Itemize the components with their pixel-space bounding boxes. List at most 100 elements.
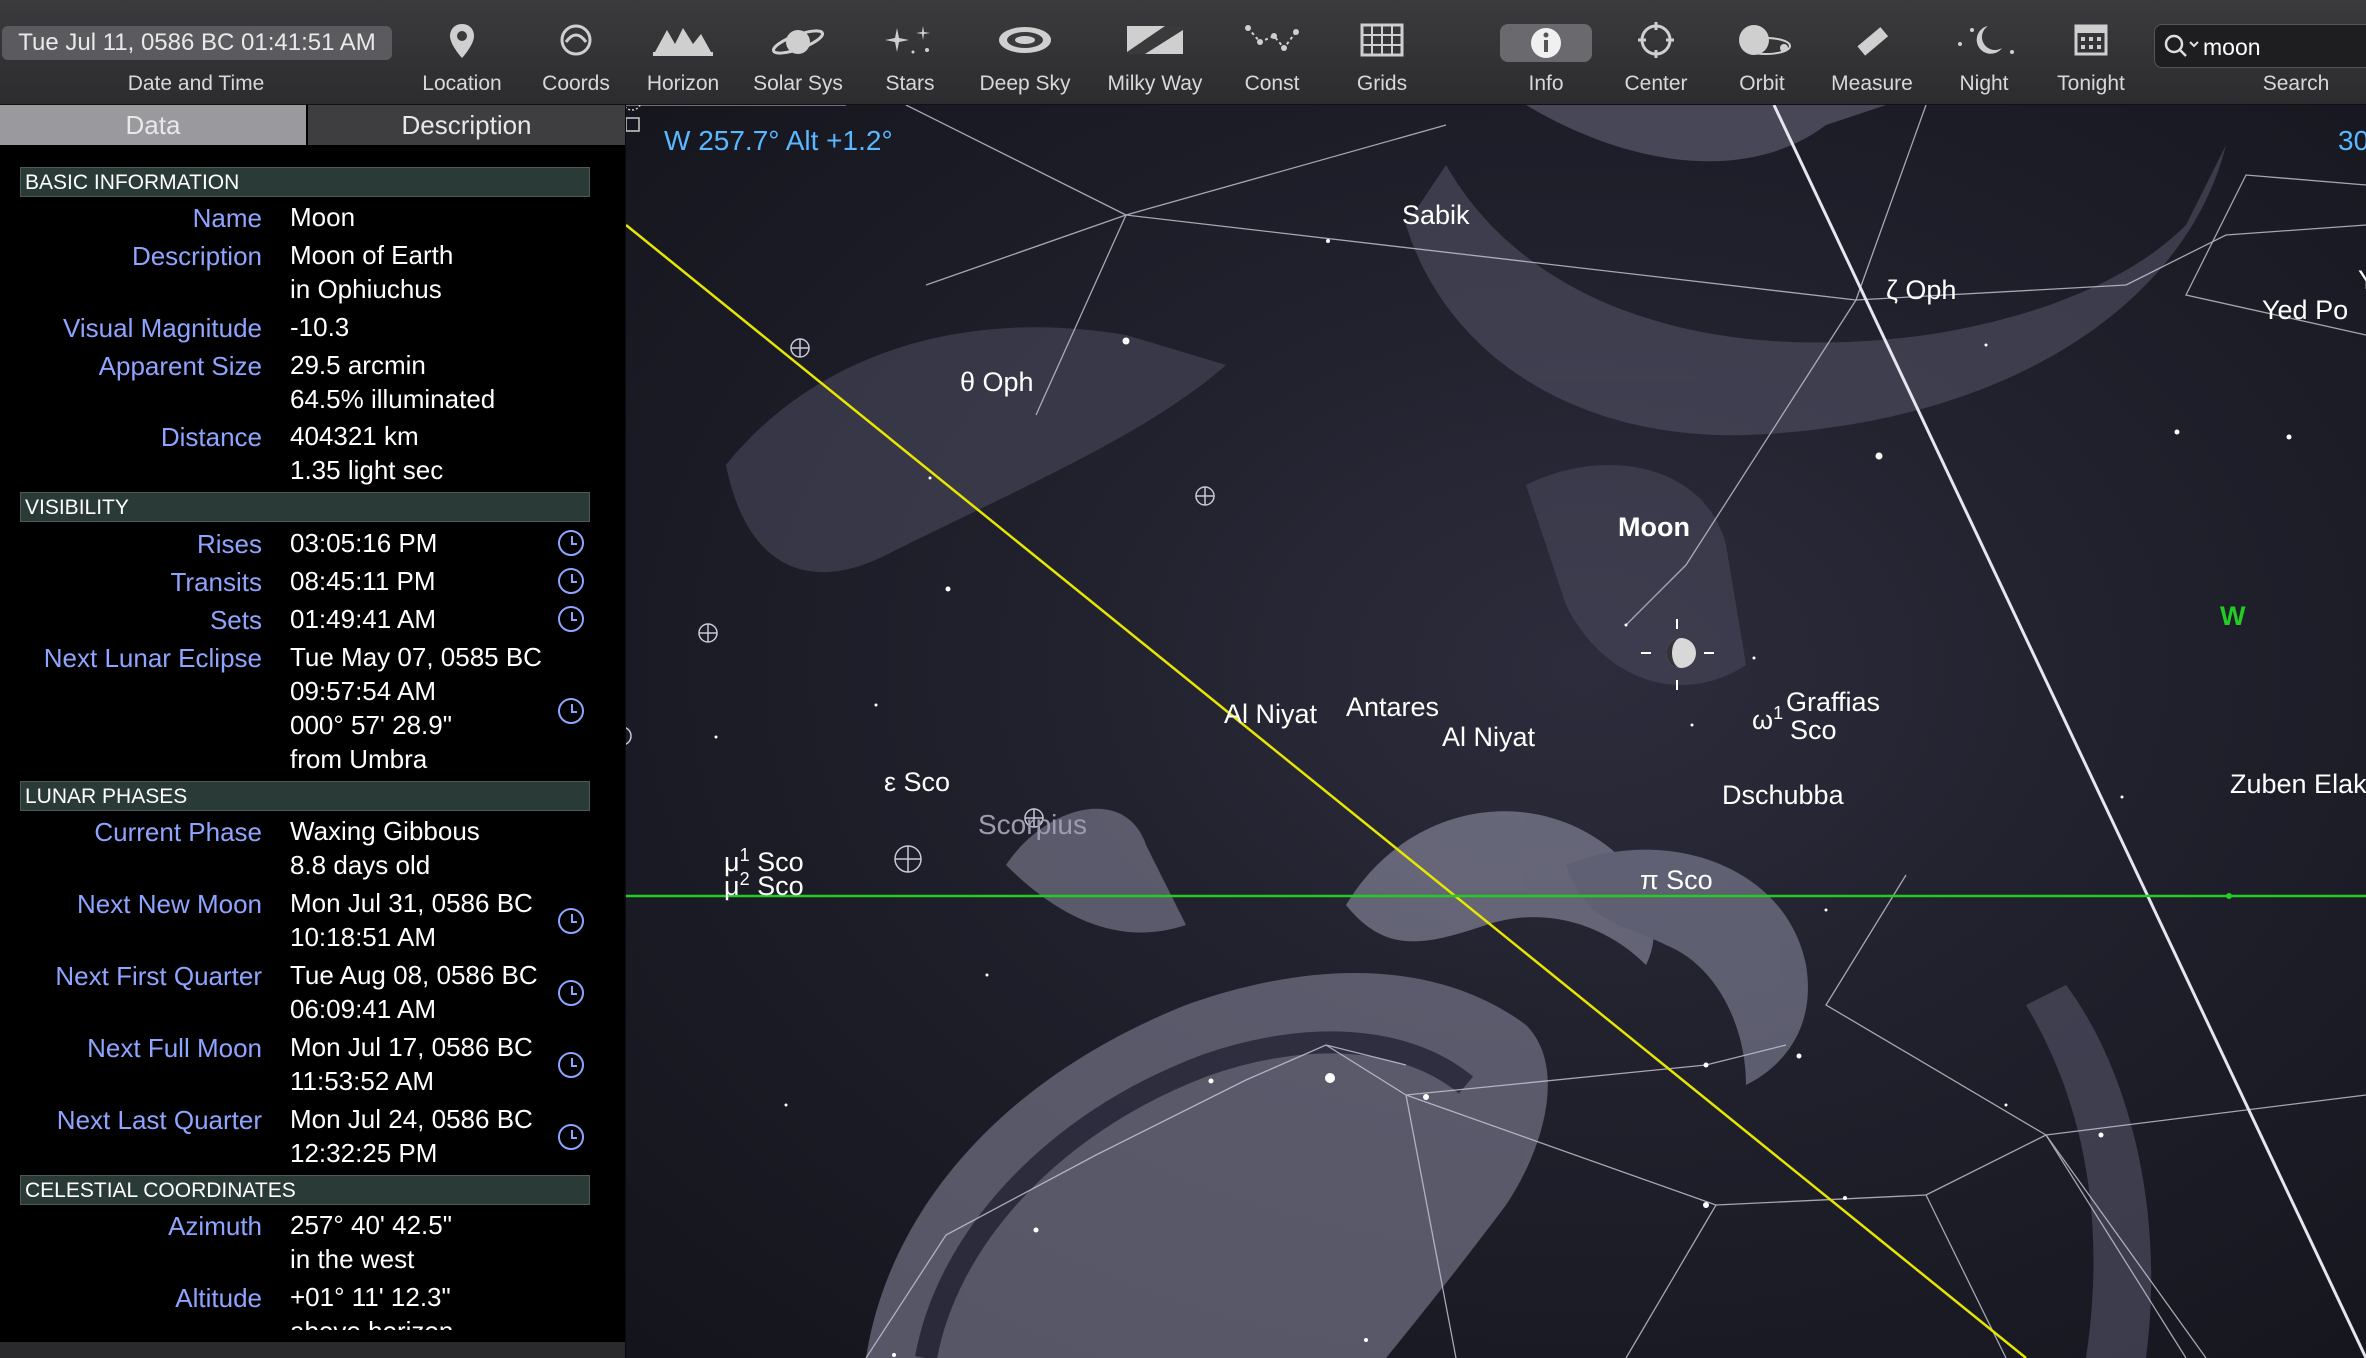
location-label: Location [422,72,502,95]
tonight-label: Tonight [2057,72,2125,95]
section-visibility: VISIBILITY [20,492,590,522]
azimuth-value-1: 257° 40' 42.5" [290,1210,452,1240]
next-last-quarter-value-2: 12:32:25 PM [290,1138,438,1168]
stars-label: Stars [885,72,935,95]
clock-icon[interactable] [558,980,584,1006]
apparent-size-label: Apparent Size [98,351,262,381]
clock-icon[interactable] [558,1124,584,1150]
label-mu2-sco[interactable]: μ2 Sco [724,869,804,902]
clock-icon[interactable] [558,698,584,724]
mu2-superscript: 2 [739,869,750,889]
next-new-moon-label: Next New Moon [77,889,262,919]
tab-data[interactable]: Data [0,105,306,145]
label-zuben-elakrab[interactable]: Zuben Elak [2230,769,2366,800]
milky-way-button[interactable]: Milky Way [1100,0,1210,104]
clock-icon[interactable] [558,530,584,556]
name-value: Moon [290,202,356,232]
tonight-button[interactable]: Tonight [2046,0,2136,104]
transits-label: Transits [170,567,263,597]
label-graffias[interactable]: ω1 [1752,703,1783,736]
label-y-partial[interactable]: Y [2358,265,2366,296]
label-al-niyat-1[interactable]: Al Niyat [1224,699,1317,730]
next-last-quarter-value-1: Mon Jul 24, 0586 BC [290,1104,533,1134]
galaxy-icon [999,27,1051,53]
distance-value-2: 1.35 light sec [290,455,444,485]
constellation-label: Const [1244,72,1300,95]
azimuth-label: Azimuth [168,1211,262,1241]
distance-value-1: 404321 km [290,421,419,451]
horizon-button[interactable]: Horizon [638,0,728,104]
constellation-button[interactable]: Const [1230,0,1314,104]
label-zeta-oph[interactable]: ζ Oph [1886,275,1956,306]
label-moon[interactable]: Moon [1618,512,1690,543]
current-phase-label: Current Phase [94,817,262,847]
label-graffias-sco[interactable]: Sco [1790,715,1837,746]
current-phase-value-2: 8.8 days old [290,850,431,880]
label-theta-oph[interactable]: θ Oph [960,367,1034,398]
label-sabik[interactable]: Sabik [1402,200,1470,231]
search-query: moon [2203,34,2261,60]
label-pi-sco[interactable]: π Sco [1640,865,1713,896]
center-button[interactable]: Center [1614,0,1698,104]
altitude-value-1: +01° 11' 12.3" [290,1282,451,1312]
night-button[interactable]: Night [1942,0,2026,104]
deep-sky-button[interactable]: Deep Sky [970,0,1080,104]
search-input[interactable]: moon [2154,24,2366,68]
location-pin-icon [450,24,474,58]
clock-icon[interactable] [558,606,584,632]
info-label: Info [1528,72,1564,95]
next-first-quarter-label: Next First Quarter [55,961,262,991]
mu2-prefix: μ [724,871,740,901]
clock-icon[interactable] [558,908,584,934]
search-label: Search [2262,72,2330,95]
orbit-button[interactable]: Orbit [1720,0,1804,104]
clock-icon[interactable] [558,1052,584,1078]
panel-scrollbar[interactable] [0,1342,625,1358]
solar-system-icon [771,29,825,55]
name-label: Name [192,203,262,233]
grid-icon [1360,23,1404,57]
next-new-moon-value-2: 10:18:51 AM [290,922,436,952]
label-al-niyat-2[interactable]: Al Niyat [1442,722,1535,753]
deep-sky-label: Deep Sky [979,72,1071,95]
horizon-icon [653,28,713,56]
mu2-name: Sco [757,871,804,901]
panel-tabs: Data Description [0,105,625,145]
coords-label: Coords [542,72,610,95]
coords-button[interactable]: Coords [534,0,618,104]
label-yed-prior[interactable]: Yed Po [2262,295,2348,326]
label-dschubba[interactable]: Dschubba [1722,780,1844,811]
next-first-quarter-value-1: Tue Aug 08, 0586 BC [290,960,538,990]
milky-way-label: Milky Way [1107,72,1203,95]
orbit-label: Orbit [1739,72,1785,95]
transits-value: 08:45:11 PM [290,566,436,596]
mu1-superscript: 1 [739,845,750,865]
solar-system-button[interactable]: Solar Sys [748,0,848,104]
square-selector-icon [626,117,640,132]
info-icon [1531,28,1561,58]
next-lunar-eclipse-label: Next Lunar Eclipse [43,643,262,673]
section-celestial-coordinates: CELESTIAL COORDINATES [20,1175,590,1205]
label-scorpius: Scorpius [978,809,1087,840]
description-value-2: in Ophiuchus [290,274,442,304]
clock-icon[interactable] [558,568,584,594]
location-button[interactable]: Location [420,0,504,104]
night-label: Night [1959,72,2009,95]
grids-button[interactable]: Grids [1340,0,1424,104]
altitude-label: Altitude [175,1283,262,1313]
search-icon [2164,34,2199,57]
date-time-field[interactable]: Tue Jul 11, 0586 BC 01:41:51 AM [2,26,392,60]
horizon-label: Horizon [646,72,720,95]
label-graffias-name[interactable]: Graffias [1786,687,1880,718]
graffias-prefix: ω [1752,705,1774,735]
sets-value: 01:49:41 AM [290,604,436,634]
measure-button[interactable]: Measure [1822,0,1922,104]
next-new-moon-value-1: Mon Jul 31, 0586 BC [290,888,533,918]
center-label: Center [1624,72,1688,95]
label-antares[interactable]: Antares [1346,692,1439,723]
stars-button[interactable]: Stars [868,0,952,104]
graffias-superscript: 1 [1773,703,1784,723]
sky-chart-view[interactable]: W 257.7° Alt +1.2° 30 Sabik ζ Oph Yed Po… [626,105,2366,1358]
tab-description[interactable]: Description [308,105,625,145]
label-epsilon-sco[interactable]: ε Sco [884,767,950,798]
